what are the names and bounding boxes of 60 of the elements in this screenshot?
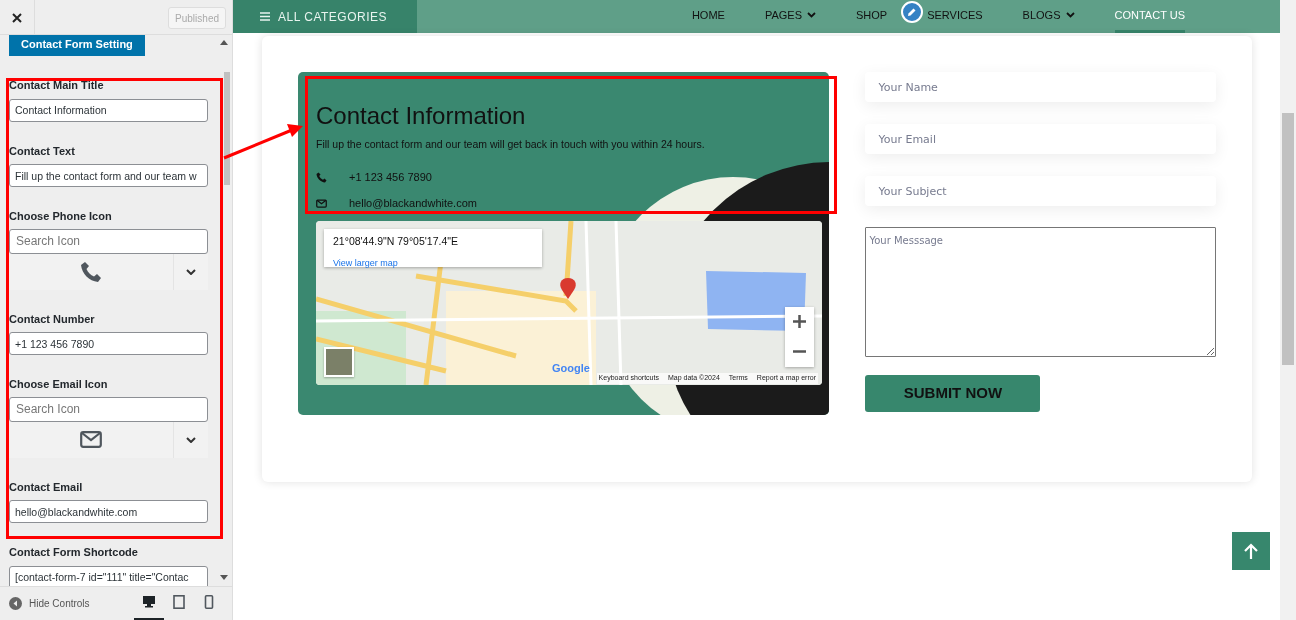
nav-link[interactable]: HOME <box>691 0 725 33</box>
map-logo: Google <box>552 360 590 376</box>
text-field[interactable]: +1 123 456 7890 <box>9 332 208 355</box>
field-label: Choose Email Icon <box>9 378 109 391</box>
field-label: Contact Text <box>9 144 76 158</box>
zoom-out-button[interactable] <box>785 336 814 367</box>
plus-icon <box>793 315 806 329</box>
field-label: Contact Main Title <box>9 79 105 92</box>
field-label: Choose Phone Icon <box>9 210 113 223</box>
pencil-icon <box>907 7 917 17</box>
submit-button[interactable]: SUBMIT NOW <box>865 375 1041 412</box>
text-field[interactable]: [contact-form-7 id="111" title="Contac <box>9 565 208 586</box>
message-field[interactable]: Your Messsage <box>865 227 1216 357</box>
all-categories-button[interactable]: ALL CATEGORIES <box>233 0 417 33</box>
page-scrollbar[interactable] <box>1280 0 1296 620</box>
envelope-icon <box>80 431 102 448</box>
up-arrow-icon <box>1244 543 1258 559</box>
chevron-down-icon[interactable] <box>186 436 196 443</box>
scrollbar-thumb[interactable] <box>224 72 230 185</box>
text-field[interactable]: Contact Information <box>9 98 208 122</box>
section-title: Contact Form Setting <box>9 35 145 56</box>
zoom-in-button[interactable] <box>785 306 814 337</box>
text-field[interactable]: hello@blackandwhite.com <box>9 500 208 523</box>
text-field[interactable]: Fill up the contact form and our team w <box>9 164 208 187</box>
phone-device-icon <box>202 595 216 609</box>
nav-link[interactable]: BLOGS <box>1022 0 1075 33</box>
field-label: Contact Form Shortcode <box>9 546 139 559</box>
phone-icon <box>316 172 327 184</box>
text-field[interactable]: Your Subject <box>865 176 1216 206</box>
close-icon <box>12 12 22 23</box>
field-label: Contact Number <box>9 312 96 326</box>
nav-link[interactable]: SHOP <box>855 0 888 33</box>
icon-search-field[interactable]: Search Icon <box>9 228 208 254</box>
icon-search-field[interactable]: Search Icon <box>9 396 208 422</box>
nav-link[interactable]: PAGES <box>764 0 816 33</box>
satellite-view-button[interactable] <box>324 346 354 377</box>
collapse-caret-icon[interactable] <box>220 40 228 45</box>
phone-number: +1 123 456 7890 <box>349 170 432 186</box>
text-field[interactable]: Your Name <box>865 72 1216 102</box>
phone-icon <box>80 260 102 283</box>
icon-picker[interactable] <box>9 421 208 458</box>
envelope-icon <box>316 199 327 209</box>
contact-title: Contact Information <box>316 102 527 131</box>
menu-icon <box>260 12 270 21</box>
field-label: Contact Email <box>9 480 84 494</box>
back-to-top-button[interactable] <box>1232 532 1270 570</box>
text-field[interactable]: Your Email <box>865 124 1216 154</box>
tablet-icon <box>172 595 186 609</box>
coordinates-text: 21°08'44.9"N 79°05'17.4"E <box>333 233 459 249</box>
collapse-left-icon <box>9 597 22 610</box>
scroll-down-caret-icon[interactable] <box>220 575 228 580</box>
hide-controls-button[interactable]: Hide Controls <box>9 596 90 611</box>
nav-link[interactable]: SERVICES <box>927 0 983 33</box>
view-larger-map-link[interactable]: View larger map <box>333 258 398 269</box>
minus-icon <box>793 350 806 354</box>
contact-text: Fill up the contact form and our team will get back in touch with you within 24 hours. <box>316 136 706 152</box>
desktop-icon <box>142 595 156 609</box>
email-text: hello@blackandwhite.com <box>349 196 477 212</box>
chevron-down-icon[interactable] <box>186 268 196 275</box>
scrollbar-thumb[interactable] <box>1282 113 1294 365</box>
